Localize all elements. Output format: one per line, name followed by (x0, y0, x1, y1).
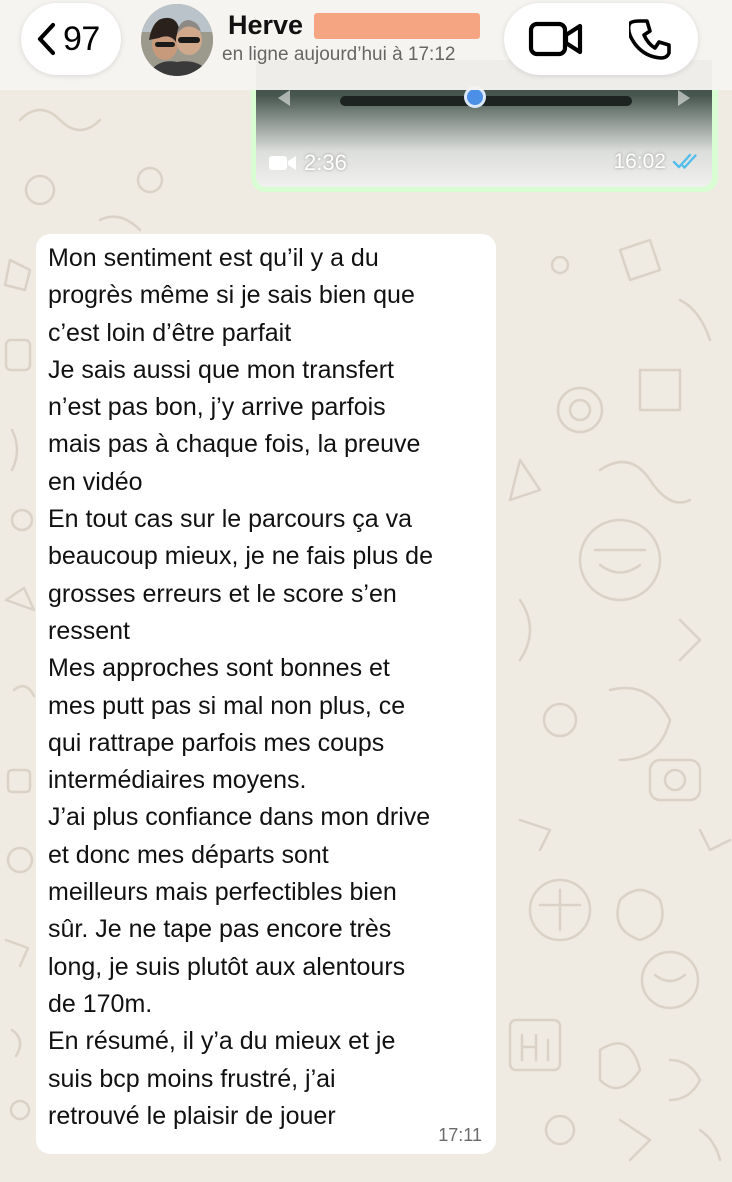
call-actions (504, 3, 698, 75)
double-check-icon (672, 153, 697, 169)
video-message-time: 16:02 (613, 150, 666, 173)
video-duration-text: 2:36 (304, 150, 347, 175)
unread-count: 97 (63, 19, 100, 58)
contact-status: en ligne aujourd’hui à 17:12 (222, 44, 456, 65)
message-time: 17:11 (438, 1125, 482, 1145)
contact-avatar[interactable] (141, 4, 213, 76)
chevron-left-icon (31, 21, 61, 57)
video-duration: 2:36 (268, 150, 347, 176)
video-message-meta: 16:02 (613, 150, 702, 174)
incoming-message-bubble[interactable]: Mon sentiment est qu’il y a du progrès m… (36, 234, 496, 1154)
redacted-surname (314, 13, 480, 39)
rewind-icon (278, 90, 290, 106)
forward-icon (678, 90, 690, 106)
contact-name[interactable]: Herve (228, 10, 303, 41)
video-call-button[interactable] (526, 17, 586, 61)
video-icon (269, 156, 296, 170)
voice-call-button[interactable] (626, 17, 676, 61)
message-text: Mon sentiment est qu’il y a du progrès m… (48, 244, 433, 1130)
video-progress-bar (340, 96, 632, 106)
chat-header: 97 Herve en ligne aujourd’hui à 17:12 (0, 0, 732, 90)
back-button[interactable]: 97 (21, 3, 121, 75)
phone-icon (629, 19, 671, 60)
video-camera-icon (528, 21, 583, 57)
